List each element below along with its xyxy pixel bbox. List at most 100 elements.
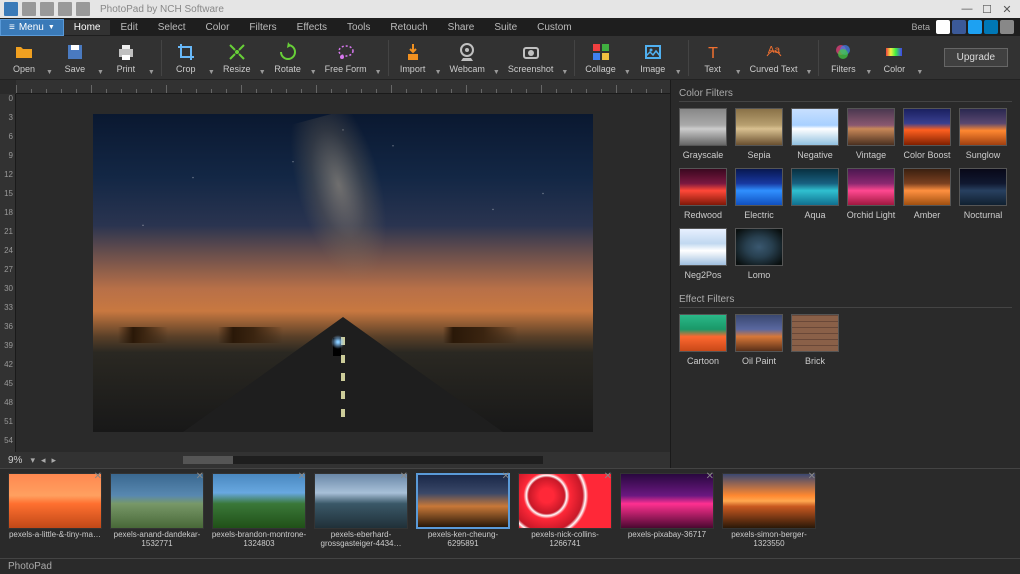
- collage-dropdown[interactable]: ▼: [622, 69, 633, 76]
- webcam-dropdown[interactable]: ▼: [491, 69, 502, 76]
- filter-label: Vintage: [856, 150, 886, 160]
- qa-undo-icon[interactable]: [40, 2, 54, 16]
- close-thumb-icon[interactable]: ✕: [808, 471, 816, 482]
- tab-color[interactable]: Color: [196, 20, 240, 35]
- color-filter-lomo[interactable]: Lomo: [735, 228, 783, 280]
- filmstrip-label: pexels-brandon-montrone-1324803: [210, 531, 308, 549]
- freeform-dropdown[interactable]: ▼: [373, 69, 384, 76]
- save-button[interactable]: Save: [55, 40, 95, 76]
- text-button[interactable]: TText: [693, 40, 733, 76]
- zoom-prev-icon[interactable]: ◂: [41, 455, 46, 466]
- twitter-icon[interactable]: [968, 20, 982, 34]
- screenshot-dropdown[interactable]: ▼: [559, 69, 570, 76]
- color-filter-orchid-light[interactable]: Orchid Light: [847, 168, 895, 220]
- tab-filters[interactable]: Filters: [239, 20, 286, 35]
- filters-dropdown[interactable]: ▼: [863, 69, 874, 76]
- print-dropdown[interactable]: ▼: [146, 69, 157, 76]
- tab-tools[interactable]: Tools: [337, 20, 380, 35]
- h-scroll-thumb[interactable]: [183, 456, 233, 464]
- tab-retouch[interactable]: Retouch: [380, 20, 437, 35]
- rotate-dropdown[interactable]: ▼: [308, 69, 319, 76]
- filters-button[interactable]: Filters: [823, 40, 863, 76]
- image-button[interactable]: Image: [633, 40, 673, 76]
- zoom-dropdown-icon[interactable]: ▾: [30, 455, 35, 466]
- filmstrip-item[interactable]: ✕pexels-ken-cheung-6295891: [414, 473, 512, 554]
- color-filter-neg2pos[interactable]: Neg2Pos: [679, 228, 727, 280]
- filmstrip-item[interactable]: ✕pexels-anand-dandekar-1532771: [108, 473, 206, 554]
- crop-dropdown[interactable]: ▼: [206, 69, 217, 76]
- color-filter-negative[interactable]: Negative: [791, 108, 839, 160]
- zoom-next-icon[interactable]: ▸: [52, 455, 57, 466]
- color-filter-vintage[interactable]: Vintage: [847, 108, 895, 160]
- close-thumb-icon[interactable]: ✕: [604, 471, 612, 482]
- close-thumb-icon[interactable]: ✕: [400, 471, 408, 482]
- maximize-button[interactable]: ☐: [978, 2, 996, 16]
- import-button[interactable]: Import: [393, 40, 433, 76]
- color-filter-grayscale[interactable]: Grayscale: [679, 108, 727, 160]
- color-dropdown[interactable]: ▼: [914, 69, 925, 76]
- color-filter-redwood[interactable]: Redwood: [679, 168, 727, 220]
- filmstrip-item[interactable]: ✕ pexels-brandon-montrone-1324803: [210, 473, 308, 554]
- save-dropdown[interactable]: ▼: [95, 69, 106, 76]
- filmstrip-item[interactable]: ✕pexels-simon-berger-1323550: [720, 473, 818, 554]
- color-filter-sunglow[interactable]: Sunglow: [959, 108, 1007, 160]
- tab-edit[interactable]: Edit: [110, 20, 147, 35]
- upgrade-button[interactable]: Upgrade: [944, 48, 1008, 67]
- tab-effects[interactable]: Effects: [287, 20, 337, 35]
- effect-filter-cartoon[interactable]: Cartoon: [679, 314, 727, 366]
- resize-button[interactable]: Resize: [217, 40, 257, 76]
- filmstrip-item[interactable]: ✕pexels-pixabay-36717: [618, 473, 716, 554]
- help-icon[interactable]: [1000, 20, 1014, 34]
- rotate-button[interactable]: Rotate: [268, 40, 308, 76]
- collage-button[interactable]: Collage: [579, 40, 622, 76]
- image-dropdown[interactable]: ▼: [673, 69, 684, 76]
- tab-select[interactable]: Select: [148, 20, 196, 35]
- screenshot-button[interactable]: Screenshot: [502, 40, 560, 76]
- curvedtext-button[interactable]: AaCurved Text: [744, 40, 804, 76]
- filmstrip: ✕pexels-a-little-&-tiny-ma…✕pexels-anand…: [0, 468, 1020, 558]
- qa-new-icon[interactable]: [76, 2, 90, 16]
- qa-redo-icon[interactable]: [58, 2, 72, 16]
- import-dropdown[interactable]: ▼: [433, 69, 444, 76]
- filmstrip-item[interactable]: ✕pexels-eberhard-grossgasteiger-4434…: [312, 473, 410, 554]
- minimize-button[interactable]: —: [958, 2, 976, 16]
- color-filter-sepia[interactable]: Sepia: [735, 108, 783, 160]
- filmstrip-item[interactable]: ✕pexels-nick-collins-1266741: [516, 473, 614, 554]
- color-filter-aqua[interactable]: Aqua: [791, 168, 839, 220]
- resize-dropdown[interactable]: ▼: [257, 69, 268, 76]
- thumbs-up-icon[interactable]: [936, 20, 950, 34]
- crop-button[interactable]: Crop: [166, 40, 206, 76]
- close-thumb-icon[interactable]: ✕: [94, 471, 102, 482]
- filmstrip-item[interactable]: ✕pexels-a-little-&-tiny-ma…: [6, 473, 104, 554]
- close-thumb-icon[interactable]: ✕: [706, 471, 714, 482]
- color-filter-nocturnal[interactable]: Nocturnal: [959, 168, 1007, 220]
- open-dropdown[interactable]: ▼: [44, 69, 55, 76]
- facebook-icon[interactable]: [952, 20, 966, 34]
- viewport[interactable]: [16, 94, 670, 452]
- text-dropdown[interactable]: ▼: [733, 69, 744, 76]
- tab-custom[interactable]: Custom: [527, 20, 581, 35]
- tab-home[interactable]: Home: [64, 20, 111, 35]
- close-thumb-icon[interactable]: ✕: [196, 471, 204, 482]
- close-thumb-icon[interactable]: ✕: [298, 471, 306, 482]
- curvedtext-dropdown[interactable]: ▼: [803, 69, 814, 76]
- webcam-button[interactable]: Webcam: [444, 40, 491, 76]
- open-button[interactable]: Open: [4, 40, 44, 76]
- effect-filter-oil-paint[interactable]: Oil Paint: [735, 314, 783, 366]
- tab-suite[interactable]: Suite: [484, 20, 527, 35]
- color-filter-amber[interactable]: Amber: [903, 168, 951, 220]
- qa-save-icon[interactable]: [22, 2, 36, 16]
- color-button[interactable]: Color: [874, 40, 914, 76]
- close-button[interactable]: ✕: [998, 2, 1016, 16]
- close-thumb-icon[interactable]: ✕: [502, 471, 510, 482]
- main-menu-button[interactable]: ≡ Menu ▼: [0, 19, 64, 36]
- h-scrollbar[interactable]: [183, 456, 543, 464]
- freeform-button[interactable]: Free Form: [319, 40, 373, 76]
- tab-share[interactable]: Share: [438, 20, 485, 35]
- color-filter-electric[interactable]: Electric: [735, 168, 783, 220]
- main-image: [93, 114, 593, 432]
- linkedin-icon[interactable]: [984, 20, 998, 34]
- print-button[interactable]: Print: [106, 40, 146, 76]
- color-filter-color-boost[interactable]: Color Boost: [903, 108, 951, 160]
- effect-filter-brick[interactable]: Brick: [791, 314, 839, 366]
